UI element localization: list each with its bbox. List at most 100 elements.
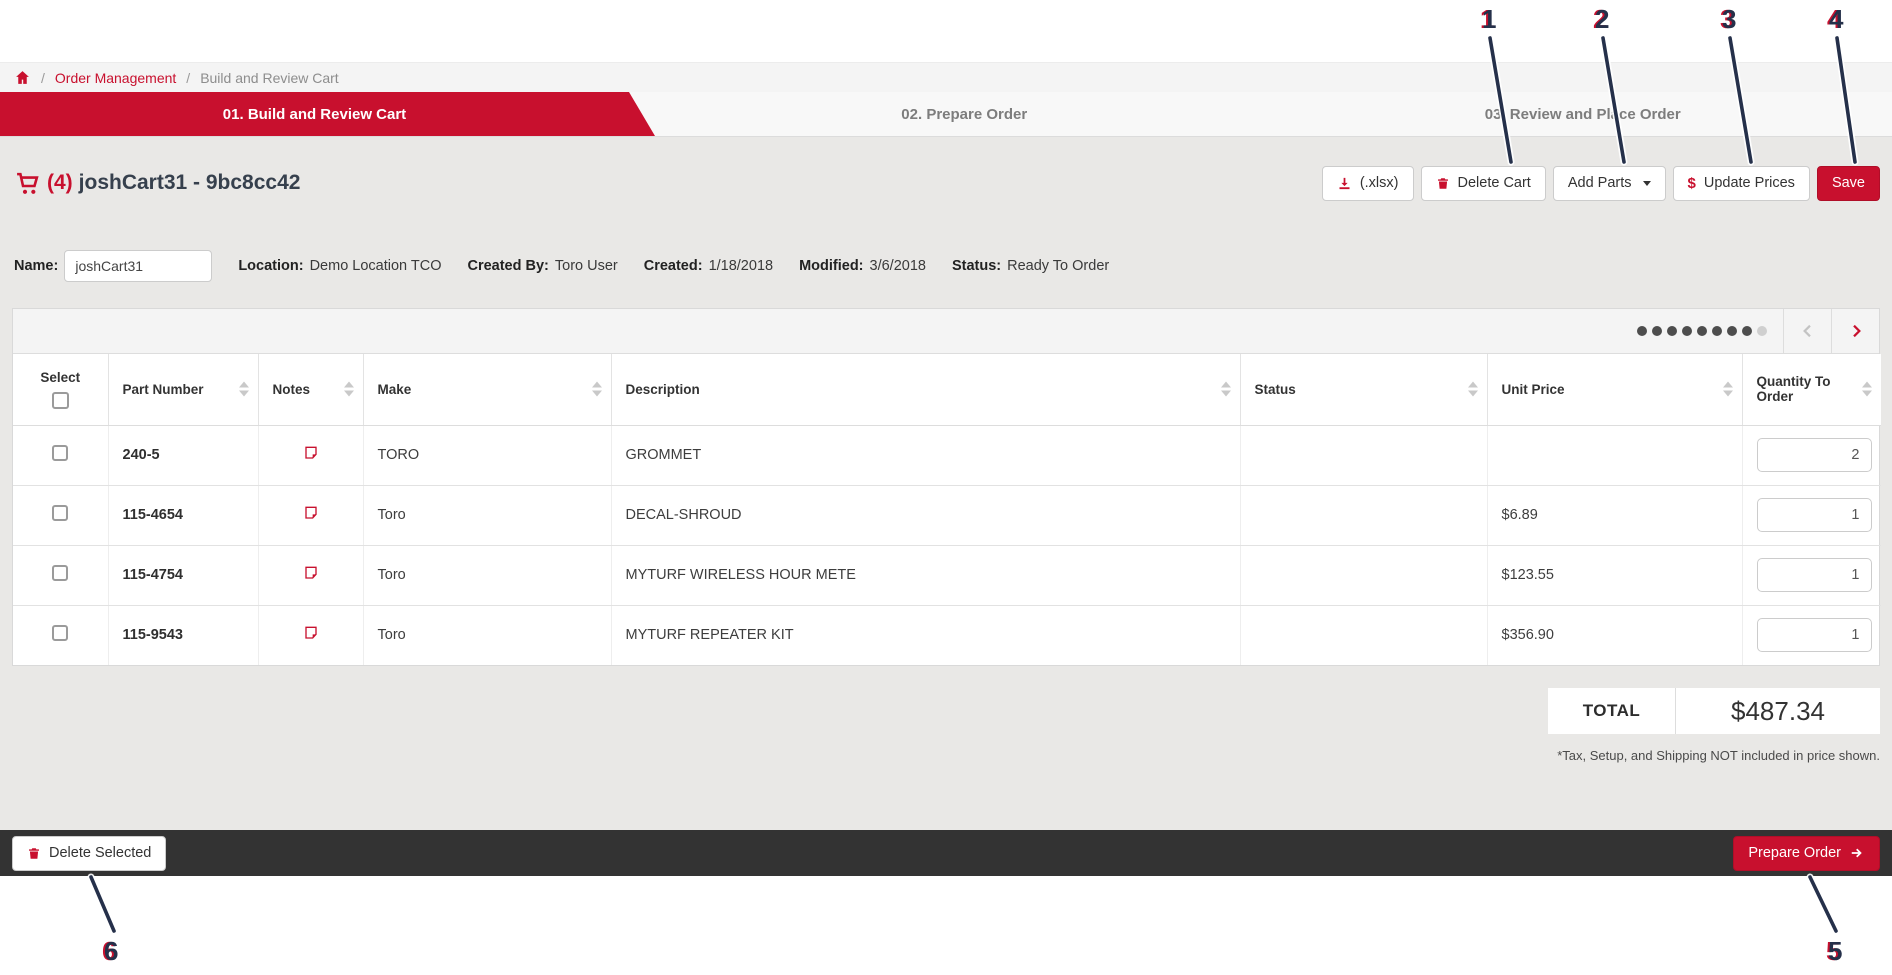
- total-value: $487.34: [1676, 688, 1880, 734]
- quantity-cell: [1742, 545, 1881, 605]
- column-header-notes[interactable]: Notes: [258, 354, 363, 425]
- column-header-select: Select: [13, 354, 108, 425]
- description-cell: MYTURF WIRELESS HOUR METE: [611, 545, 1240, 605]
- delete-selected-button[interactable]: Delete Selected: [12, 836, 166, 871]
- prepare-order-button[interactable]: Prepare Order: [1733, 836, 1880, 871]
- column-header-unit-price[interactable]: Unit Price: [1487, 354, 1742, 425]
- pagination-prev-button[interactable]: [1783, 309, 1831, 353]
- step-progress-bar: 01. Build and Review Cart 02. Prepare Or…: [0, 92, 1892, 137]
- column-header-part-number[interactable]: Part Number: [108, 354, 258, 425]
- unit-price-cell: $6.89: [1487, 485, 1742, 545]
- row-select-checkbox[interactable]: [52, 445, 68, 461]
- note-icon[interactable]: [303, 565, 319, 581]
- sort-icon[interactable]: [239, 382, 249, 397]
- sort-icon[interactable]: [1468, 382, 1478, 397]
- column-header-status[interactable]: Status: [1240, 354, 1487, 425]
- breadcrumb-order-management[interactable]: Order Management: [55, 70, 176, 86]
- sort-icon[interactable]: [1221, 382, 1231, 397]
- part-number-cell: 115-4754: [108, 545, 258, 605]
- export-xlsx-button[interactable]: (.xlsx): [1322, 166, 1414, 201]
- pagination-dot: [1742, 326, 1752, 336]
- part-number-cell: 240-5: [108, 425, 258, 485]
- unit-price-cell: $123.55: [1487, 545, 1742, 605]
- note-icon[interactable]: [303, 445, 319, 461]
- sort-icon[interactable]: [1862, 382, 1872, 397]
- description-cell: GROMMET: [611, 425, 1240, 485]
- row-select-cell: [13, 545, 108, 605]
- main-content: (4) joshCart31 - 9bc8cc42 (.xlsx) Delete…: [0, 137, 1892, 830]
- quantity-cell: [1742, 605, 1881, 665]
- unit-price-cell: [1487, 425, 1742, 485]
- pagination-next-button[interactable]: [1831, 309, 1879, 353]
- quantity-input[interactable]: [1757, 438, 1872, 472]
- status-cell: [1240, 605, 1487, 665]
- created-label: Created:: [644, 258, 703, 274]
- cart-name-title: joshCart31 - 9bc8cc42: [79, 171, 301, 195]
- pagination-dot: [1697, 326, 1707, 336]
- price-disclaimer: *Tax, Setup, and Shipping NOT included i…: [1557, 748, 1880, 763]
- cart-item-count: (4): [47, 171, 73, 195]
- column-header-make[interactable]: Make: [363, 354, 611, 425]
- row-select-checkbox[interactable]: [52, 565, 68, 581]
- totals-box: TOTAL $487.34: [1548, 688, 1880, 734]
- select-all-checkbox[interactable]: [52, 392, 69, 409]
- notes-cell: [258, 425, 363, 485]
- row-select-checkbox[interactable]: [52, 505, 68, 521]
- name-label: Name:: [14, 258, 58, 274]
- column-header-description[interactable]: Description: [611, 354, 1240, 425]
- sort-icon[interactable]: [592, 382, 602, 397]
- make-cell: Toro: [363, 485, 611, 545]
- row-select-cell: [13, 605, 108, 665]
- step-prepare-order[interactable]: 02. Prepare Order: [655, 92, 1274, 136]
- pagination-dot: [1652, 326, 1662, 336]
- description-cell: MYTURF REPEATER KIT: [611, 605, 1240, 665]
- make-cell: TORO: [363, 425, 611, 485]
- prepare-order-label: Prepare Order: [1748, 845, 1841, 861]
- home-icon[interactable]: [14, 69, 31, 86]
- row-select-cell: [13, 485, 108, 545]
- pagination-dot: [1637, 326, 1647, 336]
- step-build-and-review-cart[interactable]: 01. Build and Review Cart: [0, 92, 655, 136]
- row-select-checkbox[interactable]: [52, 625, 68, 641]
- cart-toolbar: (.xlsx) Delete Cart Add Parts $ Update P…: [1322, 166, 1880, 201]
- add-parts-label: Add Parts: [1568, 175, 1632, 191]
- save-button[interactable]: Save: [1817, 166, 1880, 201]
- cart-meta-row: Name: Location: Demo Location TCO Create…: [14, 249, 1880, 283]
- sort-icon[interactable]: [344, 382, 354, 397]
- breadcrumb-current-page: Build and Review Cart: [200, 70, 339, 86]
- notes-cell: [258, 545, 363, 605]
- total-label: TOTAL: [1548, 688, 1676, 734]
- make-cell: Toro: [363, 605, 611, 665]
- quantity-cell: [1742, 425, 1881, 485]
- download-icon: [1337, 176, 1352, 191]
- modified-value: 3/6/2018: [870, 258, 926, 274]
- delete-cart-label: Delete Cart: [1458, 175, 1531, 191]
- created-by-label: Created By:: [467, 258, 548, 274]
- cart-name-input[interactable]: [64, 250, 212, 282]
- location-label: Location:: [238, 258, 303, 274]
- quantity-input[interactable]: [1757, 558, 1872, 592]
- sort-icon[interactable]: [1723, 382, 1733, 397]
- delete-cart-button[interactable]: Delete Cart: [1421, 166, 1546, 201]
- add-parts-button[interactable]: Add Parts: [1553, 166, 1666, 201]
- quantity-input[interactable]: [1757, 618, 1872, 652]
- page-title: (4) joshCart31 - 9bc8cc42: [14, 171, 300, 196]
- breadcrumb-separator: /: [186, 70, 190, 86]
- pagination-dots: [1637, 309, 1767, 353]
- breadcrumb-separator: /: [41, 70, 45, 86]
- location-value: Demo Location TCO: [310, 258, 442, 274]
- table-row: 115-4654 Toro DECAL-SHROUD $6.89: [13, 485, 1881, 545]
- part-number-cell: 115-4654: [108, 485, 258, 545]
- column-header-quantity-to-order[interactable]: Quantity To Order: [1742, 354, 1881, 425]
- note-icon[interactable]: [303, 625, 319, 641]
- description-cell: DECAL-SHROUD: [611, 485, 1240, 545]
- note-icon[interactable]: [303, 505, 319, 521]
- quantity-input[interactable]: [1757, 498, 1872, 532]
- update-prices-button[interactable]: $ Update Prices: [1673, 166, 1810, 201]
- status-label: Status:: [952, 258, 1001, 274]
- update-prices-label: Update Prices: [1704, 175, 1795, 191]
- status-cell: [1240, 425, 1487, 485]
- step-review-and-place-order[interactable]: 03. Review and Place Order: [1274, 92, 1892, 136]
- select-header-label: Select: [40, 370, 80, 385]
- status-cell: [1240, 545, 1487, 605]
